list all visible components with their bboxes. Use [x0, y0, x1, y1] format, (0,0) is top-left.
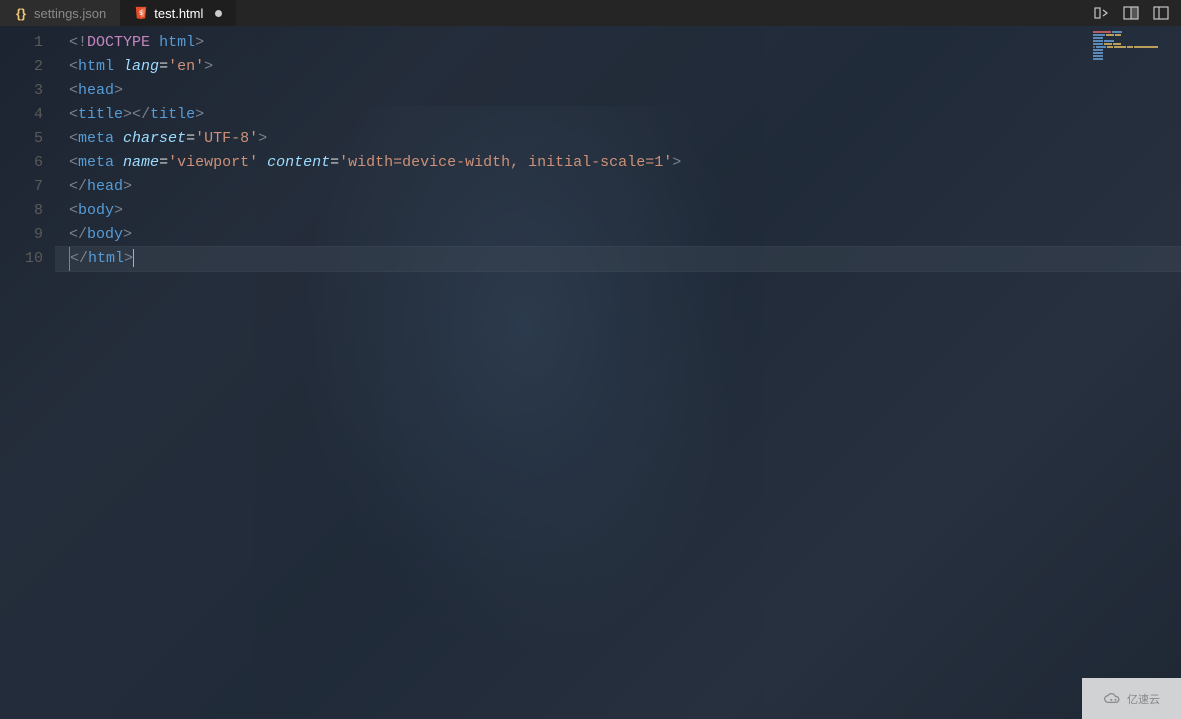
line-number[interactable]: 7: [0, 175, 55, 199]
line-number[interactable]: 1: [0, 31, 55, 55]
code-editor[interactable]: <!DOCTYPE html><html lang='en'><head><ti…: [55, 26, 1181, 719]
line-number[interactable]: 9: [0, 223, 55, 247]
editor-actions: [1093, 5, 1181, 21]
line-number[interactable]: 5: [0, 127, 55, 151]
cloud-icon: [1103, 692, 1123, 706]
code-line[interactable]: <meta charset='UTF-8'>: [55, 127, 1181, 151]
code-line[interactable]: <body>: [55, 199, 1181, 223]
compare-changes-icon[interactable]: [1093, 5, 1109, 21]
html-file-icon: 5: [134, 6, 148, 20]
split-editor-icon[interactable]: [1123, 5, 1139, 21]
minimap[interactable]: [1093, 31, 1173, 61]
tab-settings-json[interactable]: {} settings.json: [0, 0, 120, 26]
json-file-icon: {}: [14, 6, 28, 20]
line-number[interactable]: 4: [0, 103, 55, 127]
code-line[interactable]: <head>: [55, 79, 1181, 103]
code-line[interactable]: </body>: [55, 223, 1181, 247]
line-number[interactable]: 8: [0, 199, 55, 223]
tab-label: test.html: [154, 6, 203, 21]
editor-container: 1 2 3 4 5 6 7 8 9 10 <!DOCTYPE html><htm…: [0, 26, 1181, 719]
line-number[interactable]: 3: [0, 79, 55, 103]
svg-text:5: 5: [140, 10, 144, 17]
modified-indicator-icon: [215, 10, 222, 17]
code-line[interactable]: </html>: [55, 247, 1181, 271]
line-number-gutter: 1 2 3 4 5 6 7 8 9 10: [0, 26, 55, 719]
code-line[interactable]: <title></title>: [55, 103, 1181, 127]
tab-test-html[interactable]: 5 test.html: [120, 0, 236, 26]
tab-label: settings.json: [34, 6, 106, 21]
code-line[interactable]: <meta name='viewport' content='width=dev…: [55, 151, 1181, 175]
editor-layout-icon[interactable]: [1153, 5, 1169, 21]
code-line[interactable]: <!DOCTYPE html>: [55, 31, 1181, 55]
line-number[interactable]: 6: [0, 151, 55, 175]
line-number[interactable]: 10: [0, 247, 55, 271]
code-line[interactable]: </head>: [55, 175, 1181, 199]
tab-bar: {} settings.json 5 test.html: [0, 0, 1181, 26]
line-number[interactable]: 2: [0, 55, 55, 79]
watermark-logo: 亿速云: [1082, 678, 1181, 719]
watermark-text: 亿速云: [1127, 691, 1160, 707]
code-line[interactable]: <html lang='en'>: [55, 55, 1181, 79]
